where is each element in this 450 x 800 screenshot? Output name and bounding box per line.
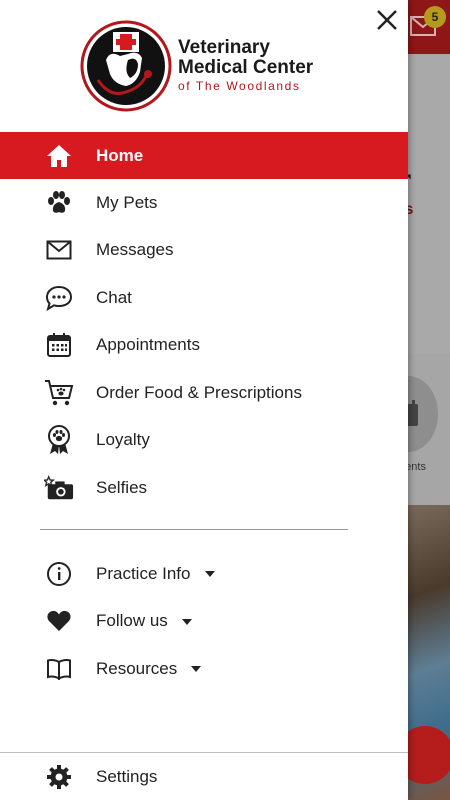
menu-item-practice-info[interactable]: Practice Info	[0, 550, 408, 598]
menu-item-home[interactable]: Home	[0, 132, 408, 179]
gear-icon	[44, 762, 74, 792]
close-drawer-button[interactable]	[373, 6, 401, 34]
navigation-drawer: Veterinary Medical Center of The Woodlan…	[0, 0, 408, 800]
screen: 5 r ls ments	[0, 0, 450, 800]
menu-item-label: Home	[96, 145, 144, 165]
menu-divider	[40, 529, 348, 530]
menu-item-selfies[interactable]: Selfies	[0, 464, 408, 512]
award-ribbon-icon	[44, 425, 74, 455]
menu-item-label: Settings	[96, 766, 158, 786]
close-icon	[377, 10, 397, 30]
primary-menu: Home My Pets Messages Chat Appointments …	[0, 132, 408, 512]
menu-item-label: Resources	[96, 658, 178, 678]
menu-item-label: Loyalty	[96, 430, 150, 450]
chevron-down-icon	[204, 571, 215, 578]
clinic-logo-badge	[80, 20, 172, 112]
envelope-icon	[44, 235, 74, 265]
menu-item-label: Appointments	[96, 335, 200, 355]
logo-title-line2: Medical Center	[178, 57, 314, 78]
chevron-down-icon	[191, 666, 202, 673]
menu-item-chat[interactable]: Chat	[0, 274, 408, 322]
menu-item-label: Follow us	[96, 611, 168, 631]
menu-item-order-food[interactable]: Order Food & Prescriptions	[0, 369, 408, 417]
home-icon	[44, 141, 74, 171]
clinic-logo: Veterinary Medical Center of The Woodlan…	[80, 20, 350, 112]
logo-title-line1: Veterinary	[178, 37, 270, 58]
secondary-menu: Practice Info Follow us Resources	[0, 550, 408, 693]
menu-item-loyalty[interactable]: Loyalty	[0, 417, 408, 465]
menu-item-label: Messages	[96, 240, 174, 260]
notification-badge: 5	[424, 6, 446, 28]
calendar-icon	[44, 330, 74, 360]
paw-icon	[44, 188, 74, 218]
heart-icon	[44, 606, 74, 636]
menu-item-messages[interactable]: Messages	[0, 227, 408, 275]
menu-item-label: Chat	[96, 287, 132, 307]
menu-item-label: My Pets	[96, 192, 158, 212]
camera-icon	[44, 473, 74, 503]
info-icon	[44, 559, 74, 589]
menu-item-appointments[interactable]: Appointments	[0, 322, 408, 370]
menu-item-resources[interactable]: Resources	[0, 645, 408, 693]
cart-icon	[44, 378, 74, 408]
menu-item-label: Order Food & Prescriptions	[96, 382, 302, 402]
chevron-down-icon	[181, 618, 192, 625]
menu-item-label: Practice Info	[96, 563, 191, 583]
book-icon	[44, 654, 74, 684]
menu-item-settings[interactable]: Settings	[0, 753, 408, 800]
chat-bubble-icon	[44, 283, 74, 313]
logo-subtitle: of The Woodlands	[178, 79, 301, 93]
menu-item-follow-us[interactable]: Follow us	[0, 598, 408, 646]
menu-item-my-pets[interactable]: My Pets	[0, 179, 408, 227]
menu-item-label: Selfies	[96, 477, 148, 497]
